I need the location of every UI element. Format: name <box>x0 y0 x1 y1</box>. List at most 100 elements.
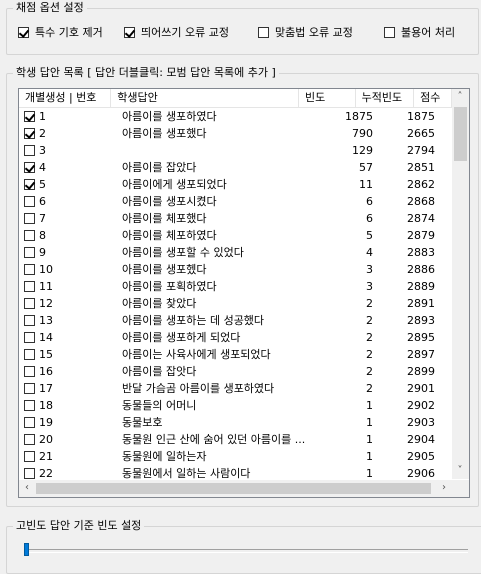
row-answer: 아름이를 생포했다 <box>122 127 207 140</box>
vertical-scroll-thumb[interactable] <box>454 107 467 161</box>
row-cumulative: 2902 <box>407 399 435 412</box>
row-number: 11 <box>39 280 53 293</box>
row-checkbox[interactable] <box>24 196 35 207</box>
row-frequency: 5 <box>366 229 373 242</box>
row-checkbox[interactable] <box>24 349 35 360</box>
row-number: 4 <box>39 161 46 174</box>
row-checkbox[interactable] <box>24 264 35 275</box>
table-row[interactable]: 2 아름이를 생포했다 790 2665 <box>19 125 452 142</box>
row-checkbox[interactable] <box>24 468 35 479</box>
row-number: 2 <box>39 127 46 140</box>
row-number-cell: 1 <box>19 108 117 125</box>
col-header-number[interactable]: 개별생성 | 번호 <box>19 89 112 107</box>
row-checkbox[interactable] <box>24 281 35 292</box>
option-stopwords[interactable]: 불용어 처리 <box>384 24 455 40</box>
table-row[interactable]: 19 동물보호 1 2903 <box>19 414 452 431</box>
row-checkbox[interactable] <box>24 230 35 241</box>
table-row[interactable]: 11 아름이를 포획하였다 3 2889 <box>19 278 452 295</box>
col-header-cumulative[interactable]: 누적빈도 <box>356 89 415 107</box>
row-number-cell: 12 <box>19 295 117 312</box>
row-number: 9 <box>39 246 46 259</box>
row-checkbox[interactable] <box>24 451 35 462</box>
row-answer: 아름이를 생포하였다 <box>122 110 217 123</box>
row-number-cell: 13 <box>19 312 117 329</box>
checkbox[interactable] <box>258 26 269 38</box>
table-row[interactable]: 21 동물원에 일하는자 1 2905 <box>19 448 452 465</box>
option-remove-special[interactable]: 특수 기호 제거 <box>18 24 103 40</box>
row-checkbox[interactable] <box>24 298 35 309</box>
row-checkbox[interactable] <box>24 179 35 190</box>
answer-list-title: 학생 답안 목록 [ 답안 더블클릭: 모범 답안 목록에 추가 ] <box>13 66 279 80</box>
row-cumulative: 2897 <box>407 348 435 361</box>
row-checkbox[interactable] <box>24 434 35 445</box>
row-number-cell: 16 <box>19 363 117 380</box>
table-row[interactable]: 20 동물원 인근 산에 숨어 있던 아름이를 ... 1 2904 <box>19 431 452 448</box>
row-checkbox[interactable] <box>24 332 35 343</box>
row-checkbox[interactable] <box>24 400 35 411</box>
table-row[interactable]: 16 아름이를 잡앗다 2 2899 <box>19 363 452 380</box>
row-answer: 아름이를 찾았다 <box>122 297 197 310</box>
scroll-right-icon[interactable]: › <box>437 481 451 495</box>
table-row[interactable]: 17 반달 가슴곰 아름이를 생포하였다 2 2901 <box>19 380 452 397</box>
row-frequency: 3 <box>366 263 373 276</box>
table-row[interactable]: 4 아름이를 잡았다 57 2851 <box>19 159 452 176</box>
scroll-up-icon[interactable]: ˄ <box>453 90 467 104</box>
option-spelling-fix[interactable]: 맞춤법 오류 교정 <box>258 24 353 40</box>
row-checkbox[interactable] <box>24 315 35 326</box>
table-row[interactable]: 13 아름이를 생포하는 데 성공했다 2 2893 <box>19 312 452 329</box>
vertical-scrollbar[interactable]: ˄ ˅ <box>452 89 469 479</box>
row-cumulative: 2883 <box>407 246 435 259</box>
row-answer: 아름이는 사육사에게 생포되었다 <box>122 348 271 361</box>
threshold-slider-thumb[interactable] <box>24 543 29 556</box>
row-cumulative: 2665 <box>407 127 435 140</box>
table-row[interactable]: 1 아름이를 생포하였다 1875 1875 <box>19 108 452 125</box>
scroll-down-icon[interactable]: ˅ <box>453 464 467 478</box>
row-answer: 아름이를 생포하게 되었다 <box>122 331 241 344</box>
checkbox[interactable] <box>384 26 395 38</box>
checkbox[interactable] <box>18 26 29 38</box>
row-checkbox[interactable] <box>24 247 35 258</box>
table-row[interactable]: 6 아름이를 생포시켰다 6 2868 <box>19 193 452 210</box>
answer-list-view[interactable]: 개별생성 | 번호 학생답안 빈도 누적빈도 점수 1 아름이를 생포하였다 187… <box>18 88 470 498</box>
table-row[interactable]: 12 아름이를 찾았다 2 2891 <box>19 295 452 312</box>
row-checkbox[interactable] <box>24 162 35 173</box>
row-number: 16 <box>39 365 53 378</box>
col-header-frequency[interactable]: 빈도 <box>299 89 356 107</box>
table-row[interactable]: 10 아름이를 생포헸다 3 2886 <box>19 261 452 278</box>
option-spacing-fix[interactable]: 띄어쓰기 오류 교정 <box>124 24 229 40</box>
row-cumulative: 2889 <box>407 280 435 293</box>
row-frequency: 4 <box>366 246 373 259</box>
row-checkbox[interactable] <box>24 111 35 122</box>
col-header-answer[interactable]: 학생답안 <box>111 89 299 107</box>
table-row[interactable]: 14 아름이를 생포하게 되었다 2 2895 <box>19 329 452 346</box>
row-answer: 반달 가슴곰 아름이를 생포하였다 <box>122 382 275 395</box>
row-checkbox[interactable] <box>24 383 35 394</box>
row-frequency: 2 <box>366 382 373 395</box>
row-checkbox[interactable] <box>24 145 35 156</box>
col-header-score[interactable]: 점수 <box>414 89 452 107</box>
row-frequency: 2 <box>366 348 373 361</box>
horizontal-scroll-thumb[interactable] <box>36 483 431 494</box>
table-row[interactable]: 9 아름이를 생포할 수 있었다 4 2883 <box>19 244 452 261</box>
row-frequency: 2 <box>366 365 373 378</box>
row-answer: 동물들의 어머니 <box>122 399 197 412</box>
table-row[interactable]: 7 아름이를 체포했다 6 2874 <box>19 210 452 227</box>
table-row[interactable]: 3 129 2794 <box>19 142 452 159</box>
row-cumulative: 2874 <box>407 212 435 225</box>
table-row[interactable]: 8 아름이를 체포하였다 5 2879 <box>19 227 452 244</box>
threshold-slider-track[interactable] <box>24 549 468 553</box>
row-checkbox[interactable] <box>24 417 35 428</box>
row-answer: 아름이를 잡앗다 <box>122 365 197 378</box>
row-checkbox[interactable] <box>24 366 35 377</box>
checkbox[interactable] <box>124 26 135 38</box>
option-label: 불용어 처리 <box>401 26 456 39</box>
table-row[interactable]: 15 아름이는 사육사에게 생포되었다 2 2897 <box>19 346 452 363</box>
scroll-left-icon[interactable]: ‹ <box>20 481 34 495</box>
table-row[interactable]: 5 아름이에게 생포되었다 11 2862 <box>19 176 452 193</box>
row-checkbox[interactable] <box>24 128 35 139</box>
row-checkbox[interactable] <box>24 213 35 224</box>
list-rows: 1 아름이를 생포하였다 1875 1875 2 아름이를 생포했다 790 2665 3 129… <box>19 108 452 482</box>
row-number: 20 <box>39 433 53 446</box>
table-row[interactable]: 18 동물들의 어머니 1 2902 <box>19 397 452 414</box>
horizontal-scrollbar[interactable]: ‹ › <box>19 480 452 497</box>
